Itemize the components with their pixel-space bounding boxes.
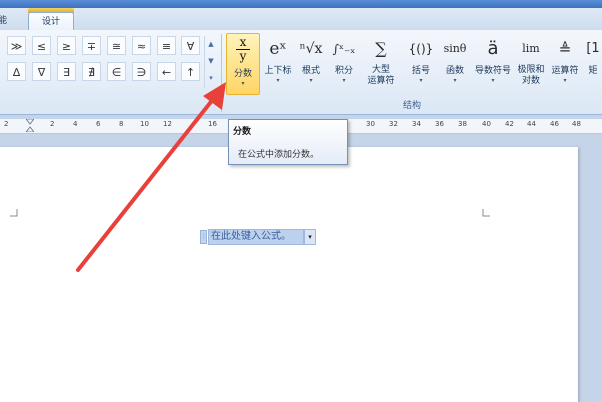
scroll-up-icon[interactable]: ▲ (205, 36, 217, 53)
chevron-down-icon: ▾ (419, 77, 423, 84)
margin-corner-icon (10, 209, 18, 217)
ribbon-tab-row: 能 设计 (0, 8, 602, 31)
symbol-button[interactable]: ∀ (181, 36, 200, 55)
fraction-button[interactable]: x y 分数 ▾ (226, 33, 260, 95)
equation-input[interactable]: 在此处键入公式。 (208, 229, 304, 245)
symbol-button[interactable]: ∇ (32, 62, 51, 81)
equation-options-dropdown[interactable]: ▾ (304, 229, 316, 245)
symbol-button[interactable]: ≡ (157, 36, 176, 55)
limit-icon: lim (522, 42, 540, 55)
gallery-more-icon[interactable]: ▾ (205, 70, 217, 87)
tab-design[interactable]: 设计 (28, 12, 74, 31)
scroll-down-icon[interactable]: ▼ (205, 53, 217, 70)
limit-log-button[interactable]: lim 极限和 对数 (514, 33, 548, 95)
symbol-button[interactable]: ∄ (82, 62, 101, 81)
chevron-down-icon: ▾ (453, 77, 457, 84)
symbols-gallery-scroll[interactable]: ▲ ▼ ▾ (204, 36, 217, 88)
indent-marker-icon[interactable] (26, 119, 34, 132)
symbol-button[interactable]: ≥ (57, 36, 76, 55)
symbol-button[interactable]: ∃ (57, 62, 76, 81)
operator-button[interactable]: ≜ 运算符 ▾ (548, 33, 582, 95)
function-icon: sinθ (443, 42, 467, 55)
symbol-button[interactable]: ≤ (32, 36, 51, 55)
large-operator-button[interactable]: ∑ 大型 运算符 (362, 33, 400, 95)
symbol-button[interactable]: ∓ (82, 36, 101, 55)
operator-icon: ≜ (558, 40, 572, 58)
chevron-down-icon: ▾ (342, 77, 346, 84)
chevron-down-icon: ▾ (309, 77, 313, 84)
symbol-button[interactable]: ← (157, 62, 176, 81)
fraction-label: 分数 (233, 69, 252, 79)
equation-handle-icon[interactable]: ⋮ (200, 230, 207, 244)
integral-button[interactable]: ∫ˣ₋ₓ 积分 ▾ (331, 33, 357, 95)
accent-icon: ä (487, 38, 499, 59)
symbol-button[interactable]: ∈ (107, 62, 126, 81)
bracket-button[interactable]: {()} 括号 ▾ (405, 33, 437, 95)
equation-container[interactable]: ⋮ 在此处键入公式。 ▾ (200, 229, 318, 246)
symbol-button[interactable]: ≅ (107, 36, 126, 55)
title-bar (0, 0, 602, 8)
tooltip-title: 分数 (233, 127, 252, 137)
symbols-gallery: ≫ ≤ ≥ ∓ ≅ ≈ ≡ ∀ ∆ ∇ ∃ ∄ ∈ ∋ ← ↑ (0, 36, 218, 86)
symbol-button[interactable]: ↑ (181, 62, 200, 81)
group-label-structures: 结构 (402, 101, 421, 111)
chevron-down-icon: ▾ (563, 77, 567, 84)
fraction-icon: x y (227, 34, 259, 68)
radical-icon: ⁿ√x (299, 41, 323, 57)
document-page[interactable] (0, 147, 578, 402)
radical-button[interactable]: ⁿ√x 根式 ▾ (298, 33, 324, 95)
chevron-down-icon: ▾ (241, 80, 245, 87)
matrix-icon: [1 (586, 41, 600, 56)
symbol-button[interactable]: ≫ (7, 36, 26, 55)
chevron-down-icon: ▾ (491, 77, 495, 84)
script-icon: eˣ (269, 39, 287, 59)
function-button[interactable]: sinθ 函数 ▾ (440, 33, 470, 95)
symbol-button[interactable]: ∆ (7, 62, 26, 81)
matrix-button[interactable]: [1 矩 (584, 33, 602, 95)
script-button[interactable]: eˣ 上下标 ▾ (262, 33, 294, 95)
accent-button[interactable]: ä 导数符号 ▾ (472, 33, 514, 95)
tooltip-body: 在公式中添加分数。 (238, 150, 320, 160)
bracket-icon: {()} (408, 42, 434, 56)
symbol-button[interactable]: ≈ (132, 36, 151, 55)
tab-prev[interactable]: 能 (0, 12, 20, 30)
chevron-down-icon: ▾ (276, 77, 280, 84)
margin-corner-icon (482, 209, 490, 217)
integral-icon: ∫ˣ₋ₓ (332, 42, 356, 56)
fraction-tooltip: 分数 在公式中添加分数。 (228, 119, 348, 165)
symbol-button[interactable]: ∋ (132, 62, 151, 81)
large-operator-icon: ∑ (375, 39, 387, 58)
